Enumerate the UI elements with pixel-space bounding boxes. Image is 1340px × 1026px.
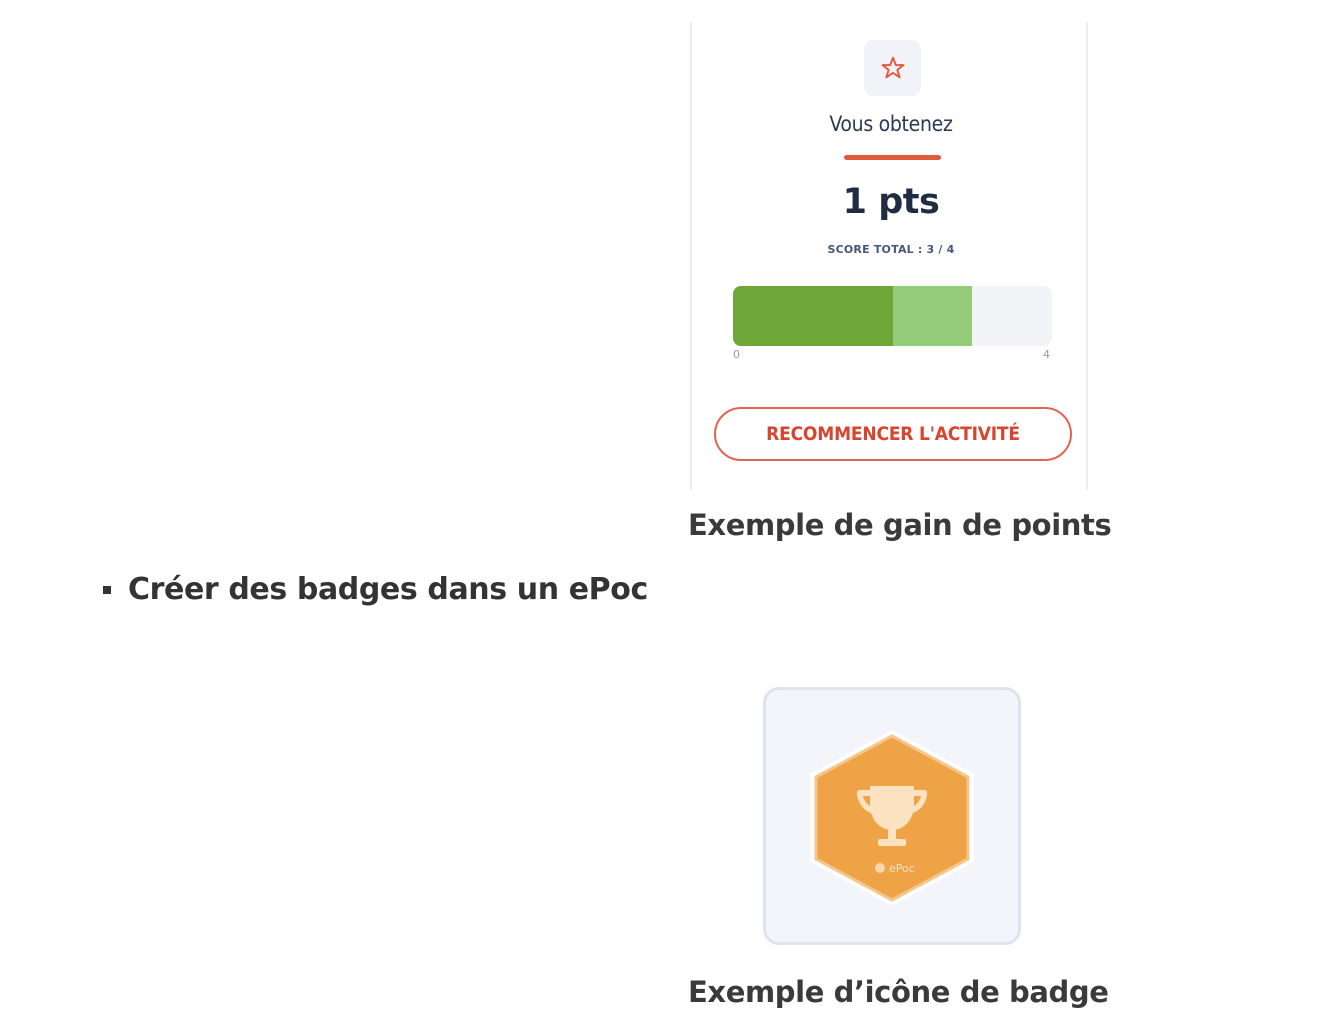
progress-min-label: 0 [733, 348, 740, 361]
restart-activity-button[interactable]: RECOMMENCER L'ACTIVITÉ [714, 407, 1072, 461]
badge-label: ePoc [889, 862, 915, 875]
caption-points-example: Exemple de gain de points [688, 508, 1112, 542]
list-item-text: Créer des badges dans un ePoc [128, 572, 648, 607]
star-outline-icon [881, 56, 904, 79]
bullet-marker [103, 585, 111, 594]
badge-preview-frame: ePoc [763, 687, 1021, 945]
score-total: SCORE TOTAL : 3 / 4 [827, 243, 955, 256]
score-result-card: Vous obtenez 1 pts SCORE TOTAL : 3 / 4 0… [690, 22, 1088, 490]
gain-label: Vous obtenez [829, 112, 953, 136]
points-earned: 1 pts [842, 182, 940, 222]
star-icon-container [864, 40, 921, 96]
score-progress-bar [733, 286, 1052, 346]
gain-underline [844, 155, 941, 160]
progress-fill-previous [733, 286, 893, 346]
list-item-create-badges: Créer des badges dans un ePoc [103, 572, 648, 607]
badge-hexagon: ePoc [810, 730, 974, 906]
progress-max-label: 4 [1043, 348, 1050, 361]
caption-badge-example: Exemple d’icône de badge [688, 975, 1109, 1009]
